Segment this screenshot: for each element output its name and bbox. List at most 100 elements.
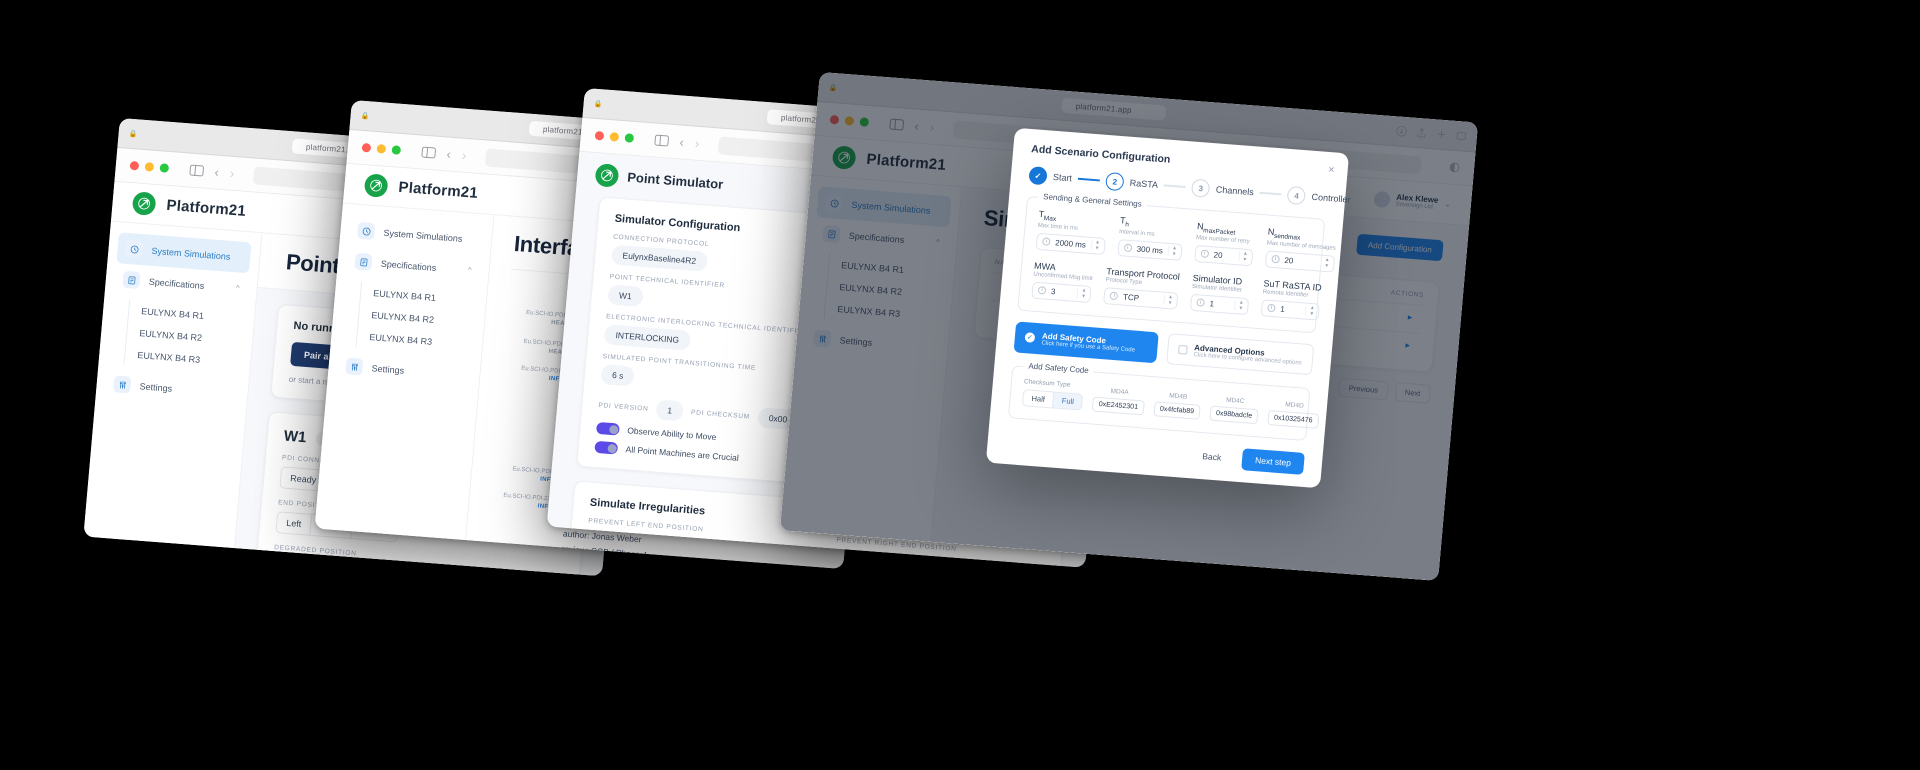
hex-label-md4c: MD4C <box>1225 396 1245 405</box>
stepper-nsendmax[interactable]: ▲ ▼ <box>1319 257 1330 269</box>
field-input-transport-protocol[interactable]: i TCP ▲ ▼ <box>1103 286 1179 310</box>
hex-value-md4d[interactable]: 0x10325476 <box>1267 409 1320 429</box>
stepper-sut-rasta-id[interactable]: ▲ ▼ <box>1305 305 1315 317</box>
point-technical-identifier-value[interactable]: W1 <box>607 284 644 307</box>
settings-sliders-icon-2 <box>345 357 364 376</box>
field-tmax: TMax Max time in ms i 2000 ms ▲ ▼ <box>1035 209 1108 255</box>
add-scenario-configuration-modal: Add Scenario Configuration × ✓ Start 2 R… <box>985 127 1351 489</box>
close-window-button[interactable] <box>129 160 140 171</box>
window-controls-3[interactable] <box>594 130 635 143</box>
footer-bar-4[interactable]: Information › <box>925 579 1435 581</box>
checksum-option-full[interactable]: Full <box>1053 391 1084 411</box>
forward-icon-3[interactable]: › <box>694 136 700 151</box>
fields-row-1: TMax Max time in ms i 2000 ms ▲ ▼ Th Inte… <box>1035 209 1336 273</box>
step-2-label: RaSTA <box>1129 177 1159 190</box>
field-input-simulator-id[interactable]: i 1 ▲ ▼ <box>1189 293 1250 315</box>
sidebar-sublist-1[interactable]: EULYNX B4 R1 EULYNX B4 R2 EULYNX B4 R3 <box>123 299 246 374</box>
field-input-nsendmax[interactable]: i 20 ▲ ▼ <box>1264 250 1336 273</box>
minimize-window-button[interactable] <box>144 162 155 172</box>
add-safety-code-option[interactable]: ✓ Add Safety Code Click here if you use … <box>1013 321 1159 364</box>
end-option-left[interactable]: Left <box>275 511 313 536</box>
step-2-circle[interactable]: 2 <box>1105 171 1125 192</box>
maximize-window-button[interactable] <box>159 163 170 173</box>
close-window-button-2[interactable] <box>361 142 372 153</box>
next-step-button[interactable]: Next step <box>1241 448 1305 475</box>
field-input-tmax[interactable]: i 2000 ms ▲ ▼ <box>1035 232 1106 255</box>
sidebar-item-settings-2[interactable]: Settings <box>336 350 471 391</box>
hex-value-md4b[interactable]: 0x4fcfab89 <box>1153 401 1201 420</box>
field-th: Th Interval in ms i 300 ms ▲ ▼ <box>1116 215 1185 261</box>
pdi-version-value[interactable]: 1 <box>655 399 684 422</box>
field-simulator-id: Simulator ID Simulator Identifier i 1 ▲ ▼ <box>1189 273 1251 315</box>
checksum-type-options[interactable]: Half Full <box>1021 388 1084 411</box>
maximize-window-button-3[interactable] <box>624 133 635 143</box>
stepper-nmaxpacket[interactable]: ▲ ▼ <box>1238 251 1248 263</box>
info-icon[interactable]: i <box>1196 298 1205 308</box>
chevron-up-icon-2[interactable]: ^ <box>467 265 472 274</box>
hex-value-md4c[interactable]: 0x98badcfe <box>1209 405 1259 425</box>
doc-meta: Eu.SCI-IO.PDI.1 INFO <box>493 464 556 484</box>
platform-logo-icon-2 <box>363 173 389 198</box>
info-icon[interactable]: i <box>1123 243 1133 253</box>
field-input-sut-rasta-id[interactable]: i 1 ▲ ▼ <box>1260 299 1321 321</box>
info-icon[interactable]: i <box>1271 255 1280 264</box>
stepper-mwa[interactable]: ▲ ▼ <box>1076 288 1087 300</box>
degraded-option-na[interactable]: N/A <box>271 556 309 577</box>
forward-icon[interactable]: › <box>229 166 235 181</box>
minimize-window-button-3[interactable] <box>609 132 620 142</box>
step-3-circle[interactable]: 3 <box>1191 178 1211 198</box>
field-input-th[interactable]: i 300 ms ▲ ▼ <box>1116 238 1183 261</box>
info-icon[interactable]: i <box>1267 303 1276 313</box>
sidebar-item-settings[interactable]: Settings <box>104 368 239 409</box>
hex-value-md4a[interactable]: 0xE2452301 <box>1092 396 1145 416</box>
stepper-down-icon: ▼ <box>1238 305 1244 312</box>
close-window-button-3[interactable] <box>594 130 605 141</box>
field-input-mwa[interactable]: i 3 ▲ ▼ <box>1031 281 1092 303</box>
back-button[interactable]: Back <box>1188 444 1235 469</box>
transition-time-value[interactable]: 6 s <box>600 364 636 387</box>
forward-icon-2[interactable]: › <box>461 148 467 163</box>
connection-protocol-value[interactable]: EulynxBaseline4R2 <box>610 244 708 272</box>
back-icon-3[interactable]: ‹ <box>679 134 685 149</box>
minimize-window-button-2[interactable] <box>376 144 387 154</box>
sidebar-toggle-icon[interactable] <box>189 164 205 177</box>
checksum-option-half[interactable]: Half <box>1021 388 1055 409</box>
right-option-do-not-prevent[interactable]: Do not prevent <box>833 548 908 568</box>
sidebar-toggle-icon-3[interactable] <box>654 134 670 147</box>
simulation-icon-2 <box>356 221 376 241</box>
add-safety-code-legend: Add Safety Code <box>1023 360 1095 376</box>
hex-md4c: MD4C 0x98badcfe <box>1209 395 1259 425</box>
specification-icon-2 <box>354 252 373 271</box>
sidebar-1[interactable]: System Simulations Specifications ^ EULY… <box>83 221 263 577</box>
back-icon[interactable]: ‹ <box>214 164 220 179</box>
eiti-value[interactable]: INTERLOCKING <box>603 324 692 351</box>
field-nsendmax: Nsendmax Max number of messages i 20 ▲ ▼ <box>1264 226 1337 273</box>
stepper-simulator-id[interactable]: ▲ ▼ <box>1234 300 1244 312</box>
back-icon-2[interactable]: ‹ <box>446 146 452 161</box>
field-value-tmax: 2000 ms <box>1054 238 1087 250</box>
info-icon[interactable]: i <box>1037 286 1047 295</box>
chevron-up-icon[interactable]: ^ <box>235 283 240 292</box>
step-1-circle[interactable]: ✓ <box>1028 166 1048 186</box>
sidebar-sublist-2[interactable]: EULYNX B4 R1 EULYNX B4 R2 EULYNX B4 R3 <box>355 281 478 356</box>
stepper-tmax[interactable]: ▲ ▼ <box>1090 240 1100 251</box>
info-icon[interactable]: i <box>1109 291 1119 301</box>
sidebar-toggle-icon-2[interactable] <box>421 146 437 159</box>
toggle-all-point-machines[interactable] <box>594 440 619 455</box>
field-input-nmaxpacket[interactable]: i 20 ▲ ▼ <box>1193 244 1254 267</box>
checkbox-icon[interactable] <box>1177 344 1188 355</box>
stepper-transport-protocol[interactable]: ▲ ▼ <box>1163 294 1173 306</box>
close-icon[interactable]: × <box>1328 164 1335 176</box>
stepper-th[interactable]: ▲ ▼ <box>1167 245 1177 257</box>
maximize-window-button-2[interactable] <box>391 145 402 155</box>
stepper-down-icon: ▼ <box>1094 245 1100 252</box>
window-controls[interactable] <box>129 160 170 173</box>
info-icon[interactable]: i <box>1200 249 1210 259</box>
step-4-circle[interactable]: 4 <box>1286 185 1307 206</box>
info-icon[interactable]: i <box>1041 237 1051 247</box>
window-controls-2[interactable] <box>361 142 402 155</box>
field-value-th: 300 ms <box>1136 244 1164 256</box>
advanced-options-option[interactable]: Advanced Options Click here to configure… <box>1165 332 1315 376</box>
field-value-mwa: 3 <box>1050 286 1056 297</box>
toggle-observe-ability[interactable] <box>595 421 620 436</box>
